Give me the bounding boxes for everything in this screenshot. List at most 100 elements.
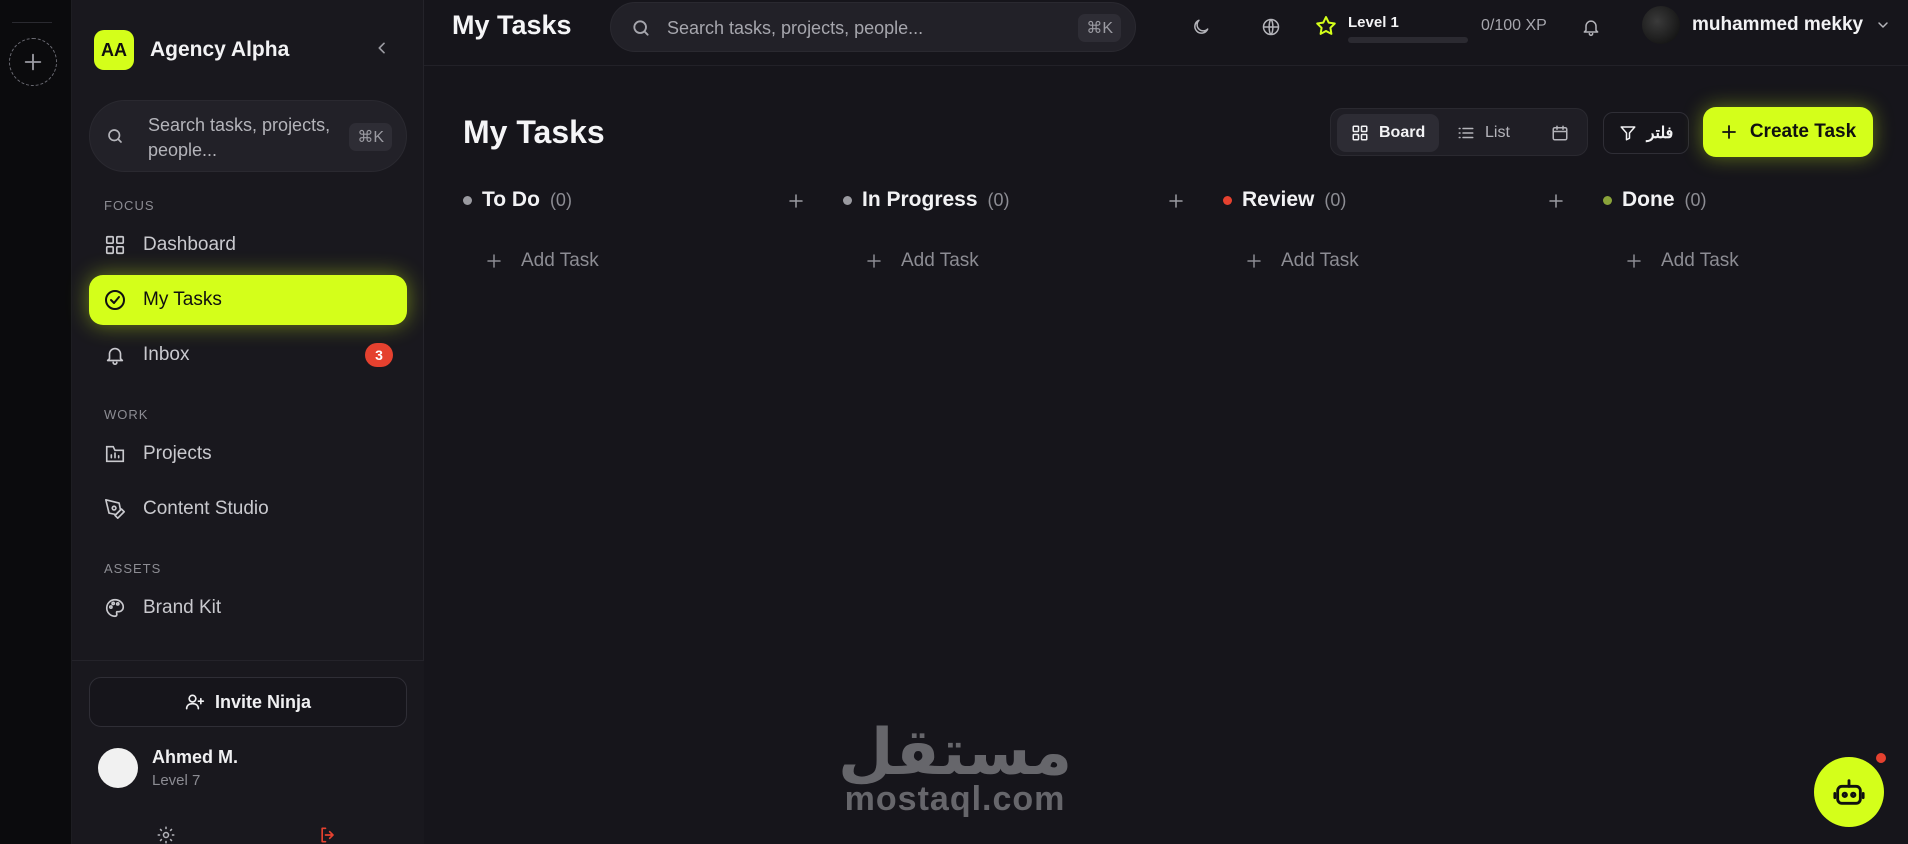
add-task-label: Add Task <box>521 250 599 271</box>
sidebar-item-dashboard[interactable]: Dashboard <box>89 220 407 270</box>
sidebar-item-projects[interactable]: Projects <box>89 429 407 479</box>
language-button[interactable] <box>1258 14 1284 40</box>
column-header: To Do (0) <box>463 188 572 212</box>
brand[interactable]: AA Agency Alpha <box>94 30 289 70</box>
view-board-label: Board <box>1379 124 1426 141</box>
collapse-sidebar-button[interactable] <box>370 36 394 60</box>
level-progress[interactable]: Level 1 <box>1314 14 1468 43</box>
column-title: To Do <box>482 188 540 211</box>
gear-icon <box>157 826 175 844</box>
mostaql-watermark: مستقل mostaql.com <box>838 718 1072 819</box>
column-status-dot <box>843 195 852 205</box>
column-status-dot <box>1603 195 1612 205</box>
sidebar-footer: Invite Ninja Ahmed M. Level 7 <box>72 660 424 844</box>
add-task-button[interactable]: Add Task <box>1245 250 1359 272</box>
column-count: (0) <box>1324 189 1347 210</box>
user-level: Level 7 <box>152 772 201 789</box>
kanban-column: To Do (0) Add Task <box>463 188 813 288</box>
notifications-button[interactable] <box>1578 14 1604 40</box>
plus-icon <box>1247 254 1261 268</box>
view-board-button[interactable]: Board <box>1337 114 1440 152</box>
kanban-column: In Progress (0) Add Task <box>843 188 1193 288</box>
inbox-count-badge: 3 <box>365 343 393 367</box>
xp-progress-bar <box>1348 37 1468 43</box>
add-task-button[interactable]: Add Task <box>865 250 979 272</box>
section-label-assets: ASSETS <box>104 561 162 576</box>
column-add-button[interactable] <box>1167 192 1185 215</box>
moon-icon <box>1194 19 1209 34</box>
column-header: Review (0) <box>1223 188 1346 212</box>
sidebar-item-my-tasks[interactable]: My Tasks <box>89 275 407 325</box>
plus-icon <box>1627 254 1641 268</box>
sidebar-item-label: Projects <box>143 443 212 464</box>
view-switcher: Board List <box>1330 108 1588 156</box>
column-title: Done <box>1622 188 1675 211</box>
avatar <box>98 748 138 788</box>
filter-button[interactable]: فلتر <box>1603 112 1689 154</box>
column-count: (0) <box>987 189 1010 210</box>
sidebar-item-label: Brand Kit <box>143 597 222 618</box>
invite-label: Invite Ninja <box>214 691 312 712</box>
sidebar-item-label: Inbox <box>143 344 190 365</box>
calendar-icon <box>1552 125 1568 141</box>
chevron-down-icon <box>1878 22 1888 28</box>
add-task-label: Add Task <box>1281 250 1359 271</box>
sidebar-item-label: Content Studio <box>143 498 269 519</box>
theme-toggle-button[interactable] <box>1188 14 1214 40</box>
brand-logo: AA <box>94 30 134 70</box>
add-task-button[interactable]: Add Task <box>1625 250 1739 272</box>
assistant-bot-button[interactable] <box>1814 757 1884 827</box>
sidebar-item-label: Dashboard <box>143 234 236 255</box>
palette-icon <box>103 596 127 620</box>
plus-icon <box>1169 194 1183 208</box>
sidebar-item-label: My Tasks <box>143 289 222 310</box>
profile-menu[interactable]: muhammed mekky <box>1642 6 1891 44</box>
column-add-button[interactable] <box>1547 192 1565 215</box>
user-plus-icon <box>185 694 205 710</box>
page-title: My Tasks <box>463 114 605 150</box>
sidebar-item-content-studio[interactable]: Content Studio <box>89 484 407 534</box>
search-icon <box>108 129 122 143</box>
sidebar-search-input[interactable]: Search tasks, projects, people... ⌘K <box>89 100 407 172</box>
top-bar: My Tasks Search tasks, projects, people.… <box>424 0 1908 66</box>
bell-icon <box>103 343 127 367</box>
current-user[interactable]: Ahmed M. Level 7 <box>98 747 238 789</box>
column-title: Review <box>1242 188 1315 211</box>
profile-name: muhammed mekky <box>1692 14 1864 35</box>
watermark-latin: mostaql.com <box>844 780 1066 818</box>
sidebar-item-inbox[interactable]: Inbox 3 <box>89 330 407 380</box>
star-icon <box>1316 16 1336 35</box>
globe-icon <box>1262 18 1280 36</box>
column-add-button[interactable] <box>787 192 805 215</box>
level-label: Level 1 <box>1348 14 1399 31</box>
plus-icon <box>867 254 881 268</box>
column-status-dot <box>1223 195 1232 205</box>
sidebar-item-brand-kit[interactable]: Brand Kit <box>89 583 407 633</box>
column-status-dot <box>463 195 472 205</box>
filter-label: فلتر <box>1646 125 1674 142</box>
topbar-title: My Tasks <box>452 10 572 40</box>
section-label-work: WORK <box>104 407 149 422</box>
sidebar: AA Agency Alpha Search tasks, projects, … <box>72 0 424 844</box>
global-search-input[interactable]: Search tasks, projects, people... ⌘K <box>610 2 1136 52</box>
view-list-button[interactable]: List <box>1443 114 1524 152</box>
add-task-button[interactable]: Add Task <box>485 250 599 272</box>
avatar <box>1642 6 1680 44</box>
view-calendar-button[interactable] <box>1537 114 1583 152</box>
xp-counter: 0/100 XP <box>1481 17 1547 34</box>
robot-icon <box>1833 779 1865 805</box>
add-task-label: Add Task <box>901 250 979 271</box>
logout-button[interactable] <box>318 825 338 844</box>
sidebar-search-placeholder: Search tasks, projects, people... <box>148 115 331 160</box>
create-task-button[interactable]: Create Task <box>1703 107 1873 157</box>
settings-button[interactable] <box>156 825 176 844</box>
column-header: Done (0) <box>1603 188 1707 212</box>
chart-folder-icon <box>103 442 127 466</box>
check-circle-icon <box>103 288 127 312</box>
invite-ninja-button[interactable]: Invite Ninja <box>89 677 407 727</box>
add-workspace-button[interactable] <box>9 38 57 86</box>
list-icon <box>1458 127 1474 139</box>
global-search-placeholder: Search tasks, projects, people... <box>667 18 924 38</box>
chevron-left-icon <box>378 42 385 54</box>
column-title: In Progress <box>862 188 978 211</box>
